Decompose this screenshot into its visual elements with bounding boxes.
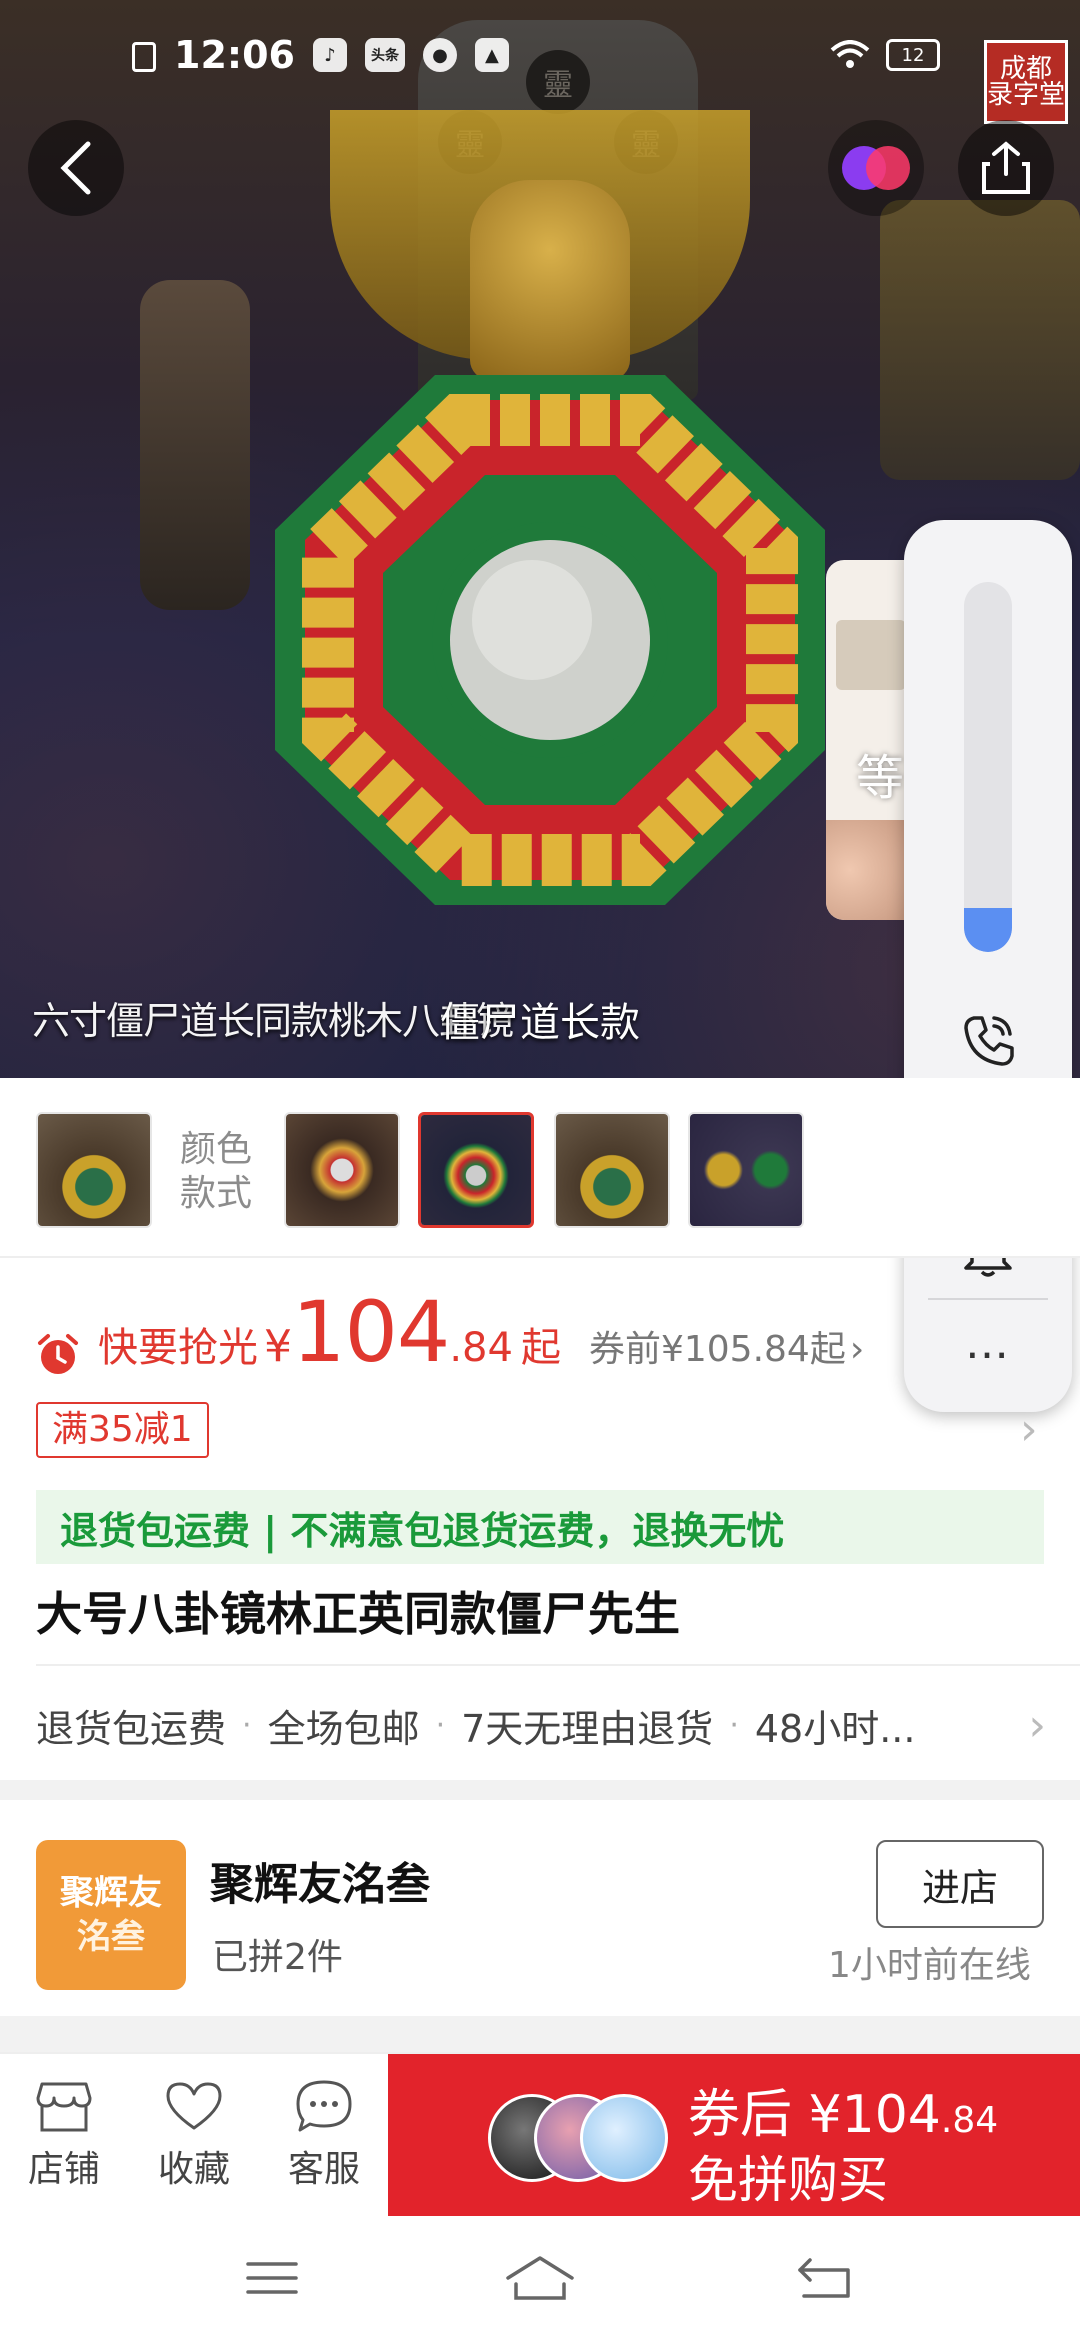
call-side-panel: 通话 xyxy=(904,520,1072,1150)
price-suffix: 起 xyxy=(520,1325,561,1371)
gallery-icon: ▲ xyxy=(474,38,509,72)
volume-slider-fill xyxy=(964,907,1012,952)
buy-prefix: 券后 xyxy=(688,2085,793,2145)
status-bar: 12:06 ♪ 头条 ● ▲ 12 xyxy=(0,0,1080,110)
price-integer: 104 xyxy=(292,1283,450,1381)
store-label: 店铺 xyxy=(27,2149,100,2190)
menu-icon xyxy=(246,2262,298,2294)
dual-circle-icon xyxy=(842,146,910,190)
price-decimal: .84 xyxy=(449,1325,513,1371)
favorite-tab[interactable]: 收藏 xyxy=(134,2078,254,2192)
store-tab[interactable]: 店铺 xyxy=(4,2078,124,2192)
variant-thumbnail-selected[interactable] xyxy=(418,1112,534,1228)
shop-logo-line2: 洺叁 xyxy=(77,1917,145,1957)
shop-logo[interactable]: 聚辉友 洺叁 xyxy=(36,1840,186,1990)
chat-bubble-icon xyxy=(296,2080,352,2132)
shop-logo-line1: 聚辉友 xyxy=(60,1873,162,1913)
shop-stamp-logo: 成都 录字堂 xyxy=(984,40,1068,124)
variant-thumbnail[interactable] xyxy=(284,1112,400,1228)
enter-shop-button[interactable]: 进店 xyxy=(876,1840,1044,1928)
before-coupon-text: 券前¥105.84起 xyxy=(588,1329,846,1370)
variant-thumbnail[interactable] xyxy=(36,1112,152,1228)
customer-service-label: 客服 xyxy=(287,2149,360,2190)
buy-price-integer: 104 xyxy=(841,2085,941,2145)
live-toggle-button[interactable] xyxy=(828,120,924,216)
wifi-icon xyxy=(830,40,870,68)
divider xyxy=(36,1664,1080,1666)
services-row[interactable]: 退货包运费 · 全场包邮 · 7天无理由退货 · 48小时... › xyxy=(36,1690,1046,1760)
buy-now-button[interactable]: 券后 ¥104.84 免拼购买 xyxy=(388,2054,1080,2218)
preview-face xyxy=(826,820,906,920)
hero-coins-prop xyxy=(880,200,1080,480)
service-item: 48小时... xyxy=(754,1706,916,1751)
buy-after-coupon-price: 券后 ¥104.84 xyxy=(688,2072,998,2147)
back-arrow-icon xyxy=(798,2258,850,2298)
service-item: 7天无理由退货 xyxy=(461,1706,714,1751)
home-nav-button[interactable] xyxy=(490,2246,590,2310)
bottom-action-bar: 店铺 收藏 客服 券后 ¥104.84 免拼购买 xyxy=(0,2052,1080,2218)
service-item: 全场包邮 xyxy=(267,1706,420,1751)
preview-thumbnail xyxy=(836,620,906,690)
variants-label: 颜色 款式 xyxy=(180,1129,253,1214)
battery-icon: 12 xyxy=(886,39,940,71)
status-time: 12:06 xyxy=(174,33,295,77)
variant-thumbnail[interactable] xyxy=(688,1112,804,1228)
variant-thumbnails: 颜色 款式 xyxy=(0,1078,1080,1258)
alarm-clock-icon xyxy=(38,1334,78,1374)
chevron-right-icon: › xyxy=(1028,1699,1046,1751)
wechat-icon: ● xyxy=(422,38,457,72)
store-icon xyxy=(36,2082,92,2132)
chevron-right-icon[interactable]: › xyxy=(1020,1404,1038,1455)
bagua-mirror xyxy=(275,375,825,905)
chevron-left-icon xyxy=(60,141,91,195)
favorite-label: 收藏 xyxy=(157,2149,230,2190)
system-navigation-bar xyxy=(0,2216,1080,2340)
shop-online-status: 1小时前在线 xyxy=(828,1945,1031,1986)
hero-variant-caption: 僵尸道长款 xyxy=(440,1000,640,1046)
phone-call-icon[interactable] xyxy=(960,1012,1016,1068)
separator-dot: · xyxy=(242,1707,252,1743)
share-icon xyxy=(982,141,1030,194)
heart-icon xyxy=(166,2082,222,2130)
buy-currency: ¥ xyxy=(808,2085,842,2145)
flash-sale-label: 快要抢光 xyxy=(98,1325,258,1371)
hero-bell-prop xyxy=(140,280,250,610)
hero-golden-figure xyxy=(470,180,630,380)
section-gap xyxy=(0,2016,1080,2052)
service-item: 退货包运费 xyxy=(36,1706,227,1751)
buyer-avatars xyxy=(488,2094,668,2182)
section-gap xyxy=(0,1780,1080,1800)
price-row: 快要抢光 ¥ 104 .84 起 券前¥105.84起 › xyxy=(36,1290,1036,1410)
avatar xyxy=(580,2094,668,2182)
back-nav-button[interactable] xyxy=(774,2246,874,2310)
price-currency: ¥ xyxy=(264,1321,292,1372)
buy-without-group-label: 免拼购买 xyxy=(688,2151,888,2209)
separator-dot: · xyxy=(729,1707,739,1743)
return-guarantee-banner: 退货包运费 | 不满意包退货运费，退换无忧 xyxy=(36,1490,1044,1564)
menu-nav-button[interactable] xyxy=(222,2246,322,2310)
buy-price-decimal: .84 xyxy=(940,2100,999,2141)
home-icon xyxy=(506,2256,574,2300)
shop-name[interactable]: 聚辉友洺叁 xyxy=(210,1848,430,1912)
video-call-preview[interactable]: 等 听 xyxy=(826,560,906,920)
volume-slider[interactable] xyxy=(964,582,1012,952)
customer-service-tab[interactable]: 客服 xyxy=(264,2078,384,2192)
chevron-right-icon: › xyxy=(849,1329,865,1370)
share-button[interactable] xyxy=(958,120,1054,216)
toutiao-icon: 头条 xyxy=(364,38,405,72)
promo-badge[interactable]: 满35减1 xyxy=(36,1402,209,1458)
variant-thumbnail[interactable] xyxy=(554,1112,670,1228)
separator-dot: · xyxy=(435,1707,446,1743)
sim-icon xyxy=(132,42,156,72)
shop-sales-count: 已拼2件 xyxy=(212,1937,343,1978)
tiktok-icon: ♪ xyxy=(312,38,347,72)
back-button[interactable] xyxy=(28,120,124,216)
product-title: 大号八卦镜林正英同款僵尸先生 xyxy=(36,1587,680,1641)
before-coupon-price[interactable]: 券前¥105.84起 › xyxy=(589,1320,864,1372)
